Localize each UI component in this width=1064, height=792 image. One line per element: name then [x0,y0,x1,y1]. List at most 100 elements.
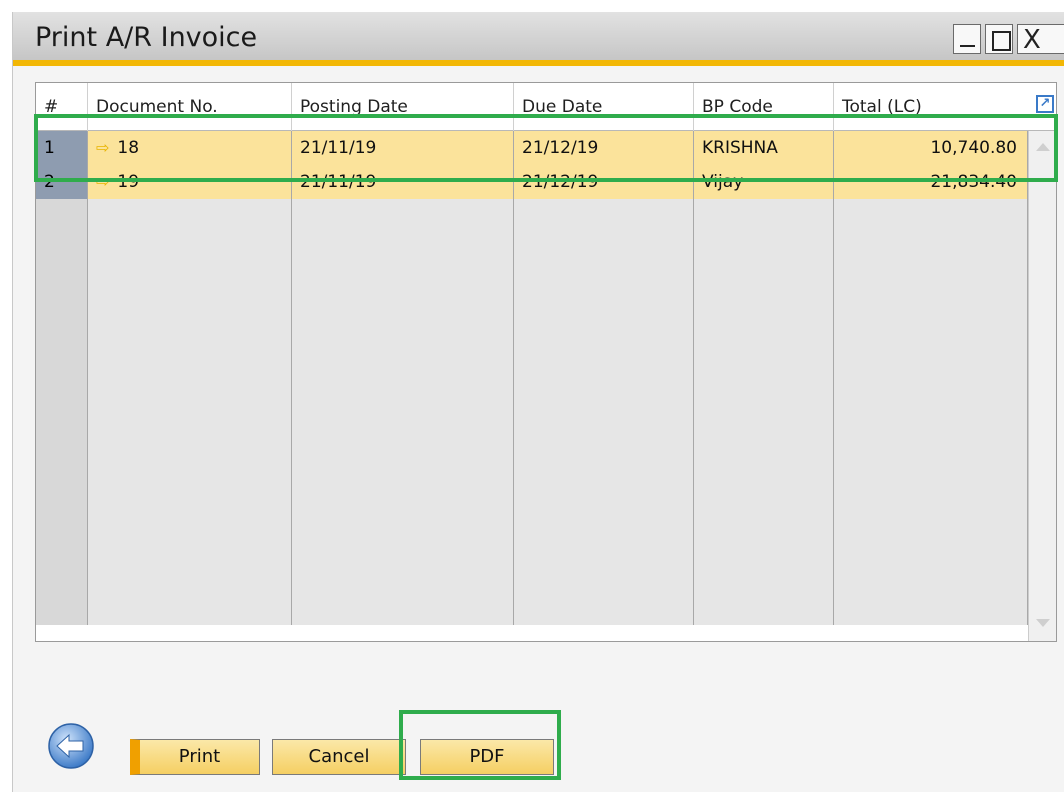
cell-due-date[interactable]: 21/12/19 [514,131,694,165]
empty-cell[interactable] [88,353,292,388]
empty-table-row[interactable] [36,489,1028,524]
empty-cell[interactable] [88,387,292,422]
scroll-down-arrow-icon[interactable] [1036,619,1050,627]
empty-cell[interactable] [834,591,1028,626]
empty-cell[interactable] [694,353,834,388]
empty-table-row[interactable] [36,319,1028,354]
empty-cell[interactable] [36,285,88,320]
empty-cell[interactable] [694,285,834,320]
empty-cell[interactable] [834,353,1028,388]
empty-cell[interactable] [694,251,834,286]
empty-cell[interactable] [514,387,694,422]
close-button[interactable]: X [1017,24,1064,55]
empty-table-row[interactable] [36,353,1028,388]
table-row[interactable]: 1 ⇨ 18 21/11/19 21/12/19 KRISHNA 10,740.80 [36,131,1028,165]
empty-cell[interactable] [88,285,292,320]
empty-cell[interactable] [292,455,514,490]
empty-cell[interactable] [694,387,834,422]
arrow-right-icon[interactable]: ⇨ [96,138,109,157]
empty-cell[interactable] [88,523,292,558]
print-button[interactable]: Print [130,739,260,775]
empty-cell[interactable] [514,455,694,490]
empty-table-row[interactable] [36,217,1028,252]
empty-cell[interactable] [36,523,88,558]
empty-table-row[interactable] [36,421,1028,456]
empty-cell[interactable] [834,455,1028,490]
cell-document-no[interactable]: ⇨ 19 [88,165,292,199]
empty-cell[interactable] [36,591,88,626]
empty-cell[interactable] [834,217,1028,252]
vertical-scrollbar[interactable] [1028,131,1056,641]
empty-table-row[interactable] [36,557,1028,592]
cell-due-date[interactable]: 21/12/19 [514,165,694,199]
empty-cell[interactable] [292,557,514,592]
minimize-button[interactable] [953,24,981,54]
cell-posting-date[interactable]: 21/11/19 [292,165,514,199]
empty-table-row[interactable] [36,199,1028,217]
empty-table-row[interactable] [36,251,1028,286]
empty-cell[interactable] [36,251,88,286]
cell-total-lc[interactable]: 10,740.80 [834,131,1028,165]
cell-document-no[interactable]: ⇨ 18 [88,131,292,165]
scroll-up-arrow-icon[interactable] [1036,143,1050,151]
empty-cell[interactable] [36,421,88,456]
empty-cell[interactable] [694,557,834,592]
empty-cell[interactable] [694,489,834,524]
empty-cell[interactable] [834,285,1028,320]
empty-cell[interactable] [834,421,1028,456]
empty-cell[interactable] [88,319,292,354]
empty-cell[interactable] [514,217,694,252]
empty-cell[interactable] [88,557,292,592]
maximize-button[interactable] [985,24,1013,54]
empty-cell[interactable] [834,489,1028,524]
empty-table-row[interactable] [36,455,1028,490]
empty-cell[interactable] [36,455,88,490]
empty-cell[interactable] [514,319,694,354]
arrow-right-icon[interactable]: ⇨ [96,172,109,191]
empty-cell[interactable] [694,455,834,490]
empty-cell[interactable] [514,285,694,320]
expand-icon[interactable]: ↗ [1036,95,1054,113]
empty-cell[interactable] [292,251,514,286]
empty-cell[interactable] [36,217,88,252]
empty-cell[interactable] [292,285,514,320]
empty-cell[interactable] [694,591,834,626]
empty-cell[interactable] [36,319,88,354]
empty-cell[interactable] [88,251,292,286]
column-header-total-lc[interactable]: Total (LC) [834,83,1028,131]
empty-cell[interactable] [514,421,694,456]
empty-cell[interactable] [88,455,292,490]
empty-cell[interactable] [514,523,694,558]
column-header-posting-date[interactable]: Posting Date [292,83,514,131]
column-header-bp-code[interactable]: BP Code [694,83,834,131]
cancel-button[interactable]: Cancel [272,739,406,775]
column-header-due-date[interactable]: Due Date [514,83,694,131]
empty-cell[interactable] [292,199,514,217]
empty-cell[interactable] [834,523,1028,558]
empty-table-row[interactable] [36,285,1028,320]
empty-cell[interactable] [694,199,834,217]
empty-cell[interactable] [292,353,514,388]
empty-cell[interactable] [834,251,1028,286]
column-header-document-no[interactable]: Document No. [88,83,292,131]
empty-table-row[interactable] [36,591,1028,626]
empty-cell[interactable] [36,557,88,592]
empty-cell[interactable] [514,251,694,286]
empty-cell[interactable] [514,489,694,524]
empty-cell[interactable] [292,217,514,252]
empty-cell[interactable] [292,421,514,456]
empty-cell[interactable] [88,217,292,252]
cell-row-number[interactable]: 1 [36,131,88,165]
empty-cell[interactable] [292,387,514,422]
cell-posting-date[interactable]: 21/11/19 [292,131,514,165]
empty-cell[interactable] [88,489,292,524]
empty-cell[interactable] [694,523,834,558]
column-header-number[interactable]: # [36,83,88,131]
empty-cell[interactable] [292,489,514,524]
empty-cell[interactable] [36,353,88,388]
empty-cell[interactable] [292,319,514,354]
empty-cell[interactable] [292,523,514,558]
empty-cell[interactable] [36,489,88,524]
empty-cell[interactable] [36,387,88,422]
empty-cell[interactable] [834,387,1028,422]
